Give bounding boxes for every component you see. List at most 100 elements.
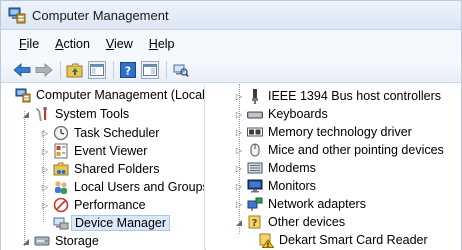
tree-item-label: Shared Folders (74, 162, 160, 176)
device-category-label: Network adapters (268, 197, 366, 211)
menu-bar: File Action View Help (1, 30, 461, 57)
modem-icon (247, 160, 263, 176)
toolbar-separator (113, 60, 114, 79)
device-category-label: Memory technology driver (268, 125, 412, 139)
wrench-icon (34, 106, 50, 122)
menu-view-mnemonic: V (105, 36, 115, 51)
tree-item-label: Task Scheduler (74, 126, 160, 140)
collapse-arrow-icon[interactable]: ◢ (234, 217, 244, 227)
menu-file-mnemonic: F (19, 36, 27, 51)
toolbar: ? (1, 57, 461, 83)
svg-text:?: ? (252, 218, 258, 229)
tree-item-performance[interactable]: ▷ Performance (40, 196, 146, 214)
toolbar-separator (60, 60, 61, 79)
tree-item-storage[interactable]: ◢ Storage (21, 232, 99, 250)
expand-arrow-icon[interactable]: ▷ (234, 199, 244, 209)
warning-device-icon: ! (258, 232, 274, 248)
expand-arrow-icon[interactable]: ▷ (234, 145, 244, 155)
expand-arrow-icon[interactable]: ▷ (40, 182, 50, 192)
menu-help-mnemonic: H (148, 36, 158, 51)
keyboard-icon (247, 106, 263, 122)
tree-item-task-scheduler[interactable]: ▷ Task Scheduler (40, 124, 159, 142)
network-adapter-icon (247, 196, 263, 212)
device-category-label: Keyboards (268, 107, 328, 121)
event-viewer-icon (53, 143, 69, 159)
memory-icon (247, 124, 263, 140)
toolbar-separator (166, 60, 167, 79)
device-category-monitors[interactable]: ▷ Monitors (234, 177, 316, 195)
device-category-label: Modems (268, 161, 316, 175)
up-folder-icon[interactable] (66, 61, 84, 79)
svg-text:!: ! (267, 241, 270, 248)
users-icon (53, 179, 69, 195)
tree-item-label: Event Viewer (74, 144, 148, 158)
menu-help-label: elp (157, 36, 175, 51)
back-arrow-icon[interactable] (13, 61, 31, 79)
tree-item-system-tools[interactable]: ◢ System Tools (21, 105, 129, 123)
device-category-label: Monitors (268, 179, 316, 193)
forward-arrow-icon[interactable] (35, 61, 53, 79)
collapse-arrow-icon[interactable]: ◢ (21, 109, 31, 119)
device-category-other-devices[interactable]: ◢ ? Other devices (234, 213, 345, 231)
tree-item-label: Performance (74, 198, 146, 212)
collapse-arrow-icon[interactable]: ◢ (21, 236, 31, 246)
tree-item-shared-folders[interactable]: ▷ Shared Folders (40, 160, 160, 178)
storage-icon (34, 233, 50, 249)
device-category-label: Mice and other pointing devices (268, 143, 444, 157)
menu-help[interactable]: Help (149, 37, 175, 51)
tree-item-label: System Tools (55, 107, 130, 121)
device-category-network-adapters[interactable]: ▷ Network adapters (234, 195, 366, 213)
title-bar[interactable]: Computer Management (1, 1, 461, 30)
expand-arrow-icon[interactable]: ▷ (234, 127, 244, 137)
computer-management-icon (15, 87, 31, 103)
device-category-mice[interactable]: ▷ Mice and other pointing devices (234, 141, 444, 159)
properties-icon[interactable] (141, 60, 159, 79)
computer-management-icon (8, 6, 26, 24)
show-hide-console-tree-icon[interactable] (88, 60, 106, 79)
unknown-device-icon: ? (247, 214, 263, 230)
tree-item-label: Computer Management (Local (36, 88, 205, 102)
clock-icon (53, 125, 69, 141)
menu-file[interactable]: File (19, 37, 39, 51)
expand-arrow-icon[interactable]: ▷ (40, 164, 50, 174)
tree-item-label: Device Manager (71, 215, 171, 231)
device-list-pane[interactable]: ▷ IEEE 1394 Bus host controllers ▷ Keybo… (206, 84, 461, 250)
ieee1394-icon (247, 88, 263, 104)
performance-icon (53, 197, 69, 213)
tree-item-event-viewer[interactable]: ▷ Event Viewer (40, 142, 147, 160)
window-title: Computer Management (32, 7, 169, 23)
device-category-keyboards[interactable]: ▷ Keyboards (234, 105, 328, 123)
computer-management-window: Computer Management File Action View Hel… (0, 0, 462, 250)
expand-arrow-icon[interactable]: ▷ (234, 91, 244, 101)
menu-action-mnemonic: A (55, 36, 64, 51)
monitor-icon (247, 178, 263, 194)
mouse-icon (247, 142, 263, 158)
tree-item-label: Local Users and Groups (74, 180, 205, 194)
expand-arrow-icon[interactable]: ▷ (234, 163, 244, 173)
device-category-ieee1394[interactable]: ▷ IEEE 1394 Bus host controllers (234, 87, 441, 105)
tree-item-computer-management[interactable]: Computer Management (Local (15, 86, 205, 104)
expand-arrow-icon[interactable]: ▷ (40, 200, 50, 210)
device-item-dekart[interactable]: ! Dekart Smart Card Reader (258, 231, 428, 249)
device-manager-icon (53, 215, 69, 231)
expand-arrow-icon[interactable]: ▷ (234, 181, 244, 191)
device-category-memory-technology[interactable]: ▷ Memory technology driver (234, 123, 412, 141)
shared-folder-icon (53, 161, 69, 177)
tree-item-label: Storage (55, 234, 99, 248)
device-category-label: Other devices (268, 215, 346, 229)
tree-item-device-manager[interactable]: Device Manager (53, 214, 171, 232)
expand-arrow-icon[interactable]: ▷ (40, 128, 50, 138)
scan-hardware-icon[interactable] (172, 61, 190, 79)
help-icon[interactable]: ? (119, 61, 137, 79)
expand-arrow-icon[interactable]: ▷ (234, 109, 244, 119)
device-category-modems[interactable]: ▷ Modems (234, 159, 316, 177)
tree-item-local-users-and-groups[interactable]: ▷ Local Users and Groups (40, 178, 205, 196)
menu-action[interactable]: Action (55, 37, 90, 51)
device-item-label: Dekart Smart Card Reader (279, 233, 428, 247)
menu-view-label: iew (114, 36, 133, 51)
device-category-label: IEEE 1394 Bus host controllers (268, 89, 442, 103)
svg-text:?: ? (125, 64, 131, 77)
console-tree-pane[interactable]: Computer Management (Local ◢ System Tool… (1, 84, 205, 250)
expand-arrow-icon[interactable]: ▷ (40, 146, 50, 156)
menu-view[interactable]: View (106, 37, 133, 51)
